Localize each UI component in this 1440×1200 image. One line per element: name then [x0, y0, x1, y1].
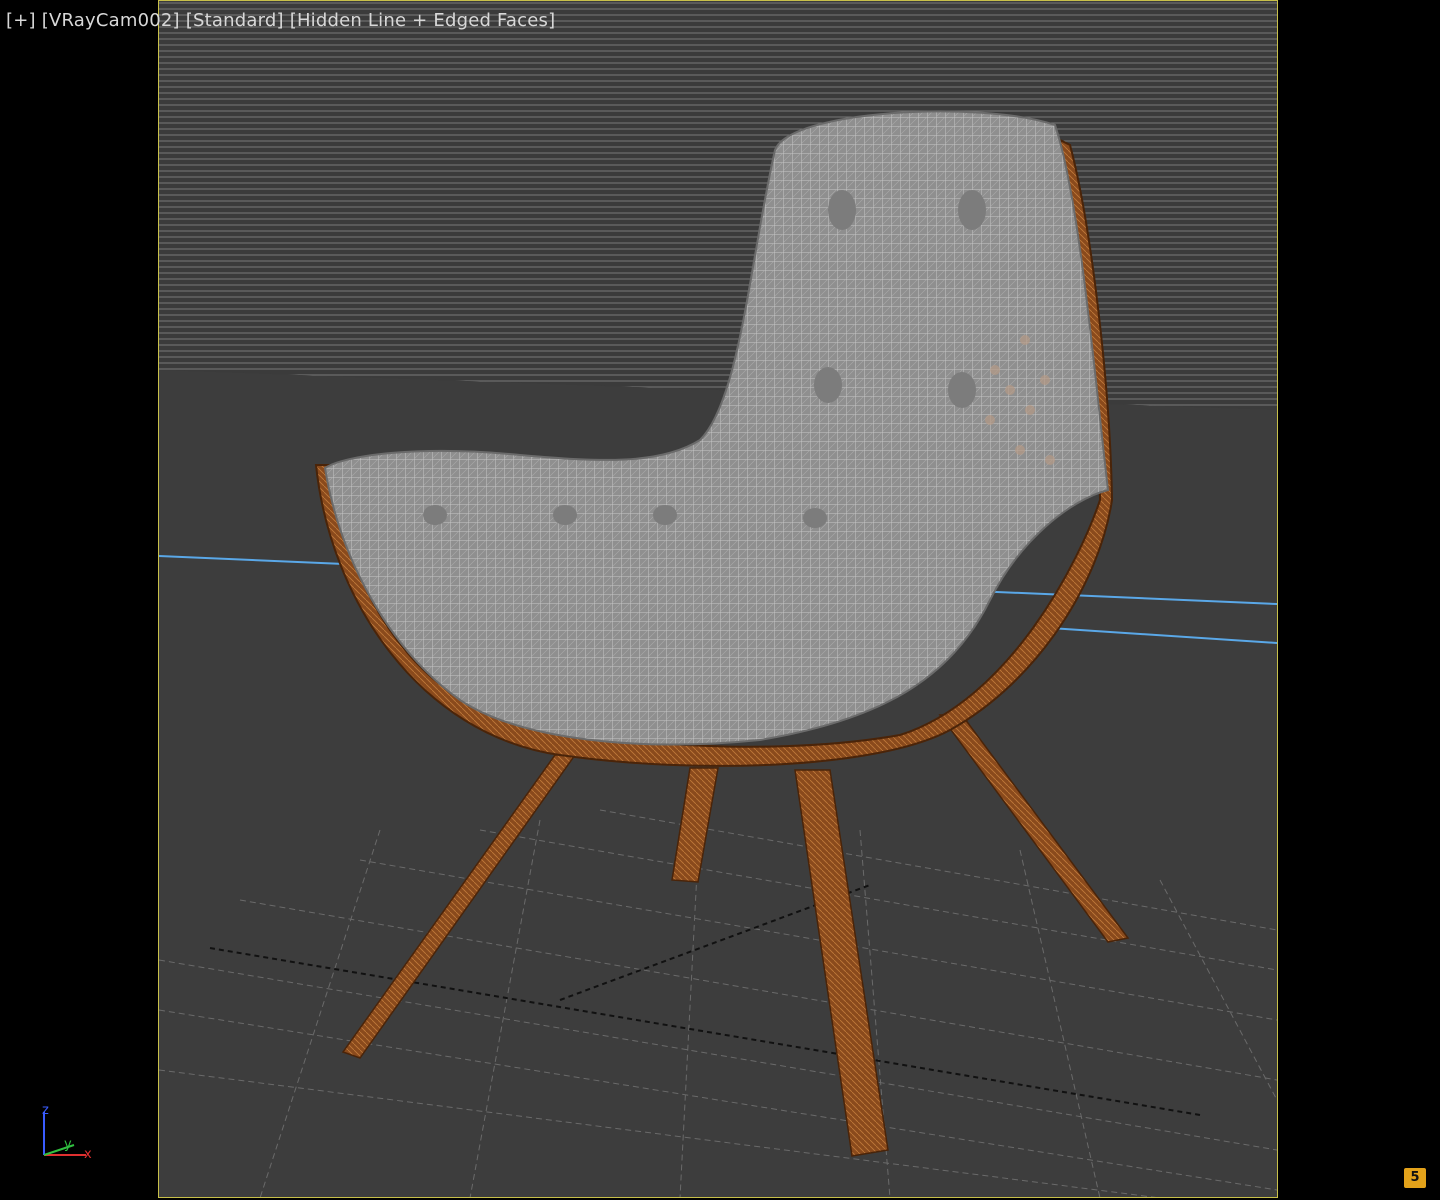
status-badge[interactable]: 5 [1404, 1168, 1426, 1188]
viewport-camera-menu[interactable]: [VRayCam002] [42, 10, 180, 31]
gizmo-z-label: z [42, 1103, 49, 1118]
axis-gizmo: z y x [42, 1103, 92, 1162]
viewport-scene[interactable] [0, 0, 1440, 1200]
viewport-shading-menu[interactable]: [Hidden Line + Edged Faces] [290, 10, 556, 31]
gizmo-x-label: x [84, 1147, 92, 1162]
viewport-label: [+] [VRayCam002] [Standard] [Hidden Line + … [6, 10, 561, 31]
viewport-menu-plus[interactable]: [+] [6, 10, 36, 31]
backdrop-wall [159, 1, 1277, 410]
gizmo-y-label: y [64, 1137, 72, 1152]
viewport-mode-menu[interactable]: [Standard] [186, 10, 284, 31]
